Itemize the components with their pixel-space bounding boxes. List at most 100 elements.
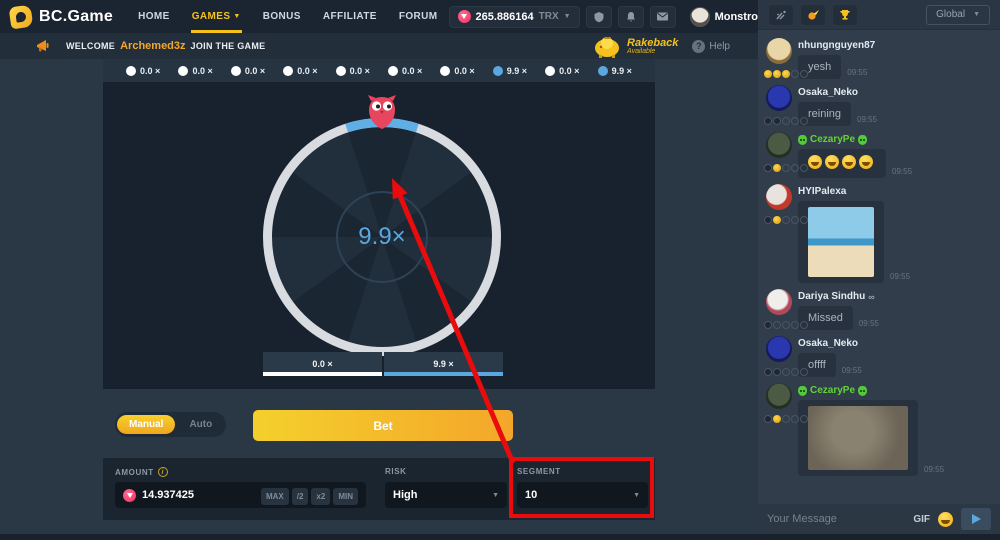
bet-button[interactable]: Bet (253, 410, 513, 441)
chat-username: Dariya Sindhu∞ (798, 291, 992, 302)
question-mark-icon: ? (692, 40, 705, 53)
segment-select[interactable]: 10 ▼ (517, 482, 648, 508)
history-chip: 0.0 × (126, 66, 160, 76)
gold-badge-icon (764, 70, 772, 78)
chat-room-select[interactable]: Global ▼ (926, 5, 990, 25)
segment-label: SEGMENT (517, 467, 561, 476)
nav-link-forum[interactable]: FORUM (388, 0, 449, 33)
help-button[interactable]: ? Help (692, 40, 730, 53)
chat-rain-button[interactable] (768, 4, 794, 26)
gold-badge-icon (773, 216, 781, 224)
nav-link-home[interactable]: HOME (127, 0, 181, 33)
dim-badge-icon (782, 216, 790, 224)
legend-label: 0.0 × (312, 359, 332, 369)
chat-header: Global ▼ (758, 0, 1000, 30)
send-message-button[interactable] (961, 508, 991, 530)
dim-badge-icon (773, 321, 781, 329)
dim-badge-icon (791, 321, 799, 329)
vault-button[interactable] (586, 6, 612, 28)
nav-link-affiliate[interactable]: AFFILIATE (312, 0, 388, 33)
rakeback-sublabel: Available (627, 48, 678, 55)
user-badges (764, 216, 824, 224)
chat-username-text: nhungnguyen87 (798, 40, 875, 51)
result-dot (388, 66, 398, 76)
emoji-picker-button[interactable] (938, 512, 953, 527)
dim-badge-icon (800, 164, 808, 172)
dim-badge-icon (800, 70, 808, 78)
message-timestamp: 09:55 (857, 115, 877, 126)
history-chip: 9.9 × (598, 66, 632, 76)
chat-username-text: Osaka_Neko (798, 87, 858, 98)
fireball-icon (807, 9, 820, 21)
chat-fire-button[interactable] (800, 4, 826, 26)
chat-message-body: Osaka_Nekooffff09:55 (798, 336, 992, 377)
auto-mode-button[interactable]: Auto (177, 415, 224, 434)
dark-badge-icon (764, 164, 772, 172)
info-icon[interactable]: i (158, 467, 168, 477)
chat-message-row: Missed09:55 (798, 306, 992, 330)
message-timestamp: 09:55 (890, 272, 910, 283)
link-icon: ∞ (868, 292, 874, 302)
avatar (766, 184, 792, 210)
chat-message-left (764, 184, 798, 283)
gold-badge-icon (782, 70, 790, 78)
chat-message-body: CezaryPe 09:55 (798, 383, 992, 476)
owl-mascot-icon (364, 95, 400, 129)
dim-badge-icon (800, 216, 808, 224)
half2-button[interactable]: /2 (292, 488, 309, 505)
nav-link-bonus[interactable]: BONUS (252, 0, 312, 33)
amount-value: 14.937425 (142, 489, 252, 501)
message-timestamp: 09:55 (847, 68, 867, 79)
min-button[interactable]: MIN (333, 488, 358, 505)
messages-button[interactable] (650, 6, 676, 28)
gif-button[interactable]: GIF (913, 514, 930, 525)
chat-message-body: Dariya Sindhu∞ Missed09:55 (798, 289, 992, 330)
banner-username: Archemed3z (120, 40, 185, 52)
notifications-button[interactable] (618, 6, 644, 28)
bc-game-logo-text: BC.Game (39, 8, 113, 26)
max-button[interactable]: MAX (261, 488, 289, 505)
rakeback-promo[interactable]: Rakeback Available (593, 34, 678, 58)
chat-username: Osaka_Neko (798, 87, 992, 98)
chat-leaderboard-button[interactable] (832, 4, 858, 26)
x2-button[interactable]: x2 (311, 488, 330, 505)
risk-select[interactable]: High ▼ (385, 482, 507, 508)
result-dot (336, 66, 346, 76)
dim-badge-icon (782, 164, 790, 172)
bc-game-logo[interactable]: BC.Game (0, 6, 127, 28)
result-dot (493, 66, 503, 76)
chat-message: nhungnguyen87yesh09:55 (764, 38, 992, 79)
balance-selector[interactable]: 265.886164 TRX ▼ (449, 6, 580, 28)
result-dot (126, 66, 136, 76)
banner-welcome-text: WELCOME (66, 41, 115, 51)
amount-input[interactable]: 14.937425 MAX/2x2MIN (115, 482, 366, 508)
chat-message-row: 09:55 (798, 400, 992, 476)
result-dot (283, 66, 293, 76)
alien-icon (858, 386, 867, 396)
alien-icon (798, 135, 807, 145)
mail-icon (656, 11, 669, 22)
help-label: Help (709, 41, 730, 52)
avatar (766, 383, 792, 409)
manual-mode-button[interactable]: Manual (117, 415, 175, 434)
history-chip: 0.0 × (178, 66, 212, 76)
chat-bubble (798, 400, 918, 476)
result-multiplier: 9.9 × (612, 66, 632, 76)
chat-message: Osaka_Nekooffff09:55 (764, 336, 992, 377)
legend-item: 0.0 × (263, 352, 382, 376)
chat-message-input[interactable]: Your Message (767, 513, 905, 525)
message-timestamp: 09:55 (859, 319, 879, 330)
chat-message-left (764, 336, 798, 377)
result-multiplier: 0.0 × (245, 66, 265, 76)
chat-message-row: 09:55 (798, 201, 992, 283)
history-chip: 0.0 × (545, 66, 579, 76)
user-badges (764, 70, 824, 78)
chat-message-row: reining09:55 (798, 102, 992, 126)
welcome-banner[interactable]: WELCOME Archemed3z JOIN THE GAME Rakebac… (0, 33, 758, 59)
result-multiplier: 9.9 × (507, 66, 527, 76)
chat-message-row: offff09:55 (798, 353, 992, 377)
chat-bubble (798, 149, 886, 178)
legend-color-bar (384, 372, 503, 376)
chat-username-text: CezaryPe (810, 385, 855, 396)
nav-link-games[interactable]: GAMES▼ (181, 0, 252, 33)
